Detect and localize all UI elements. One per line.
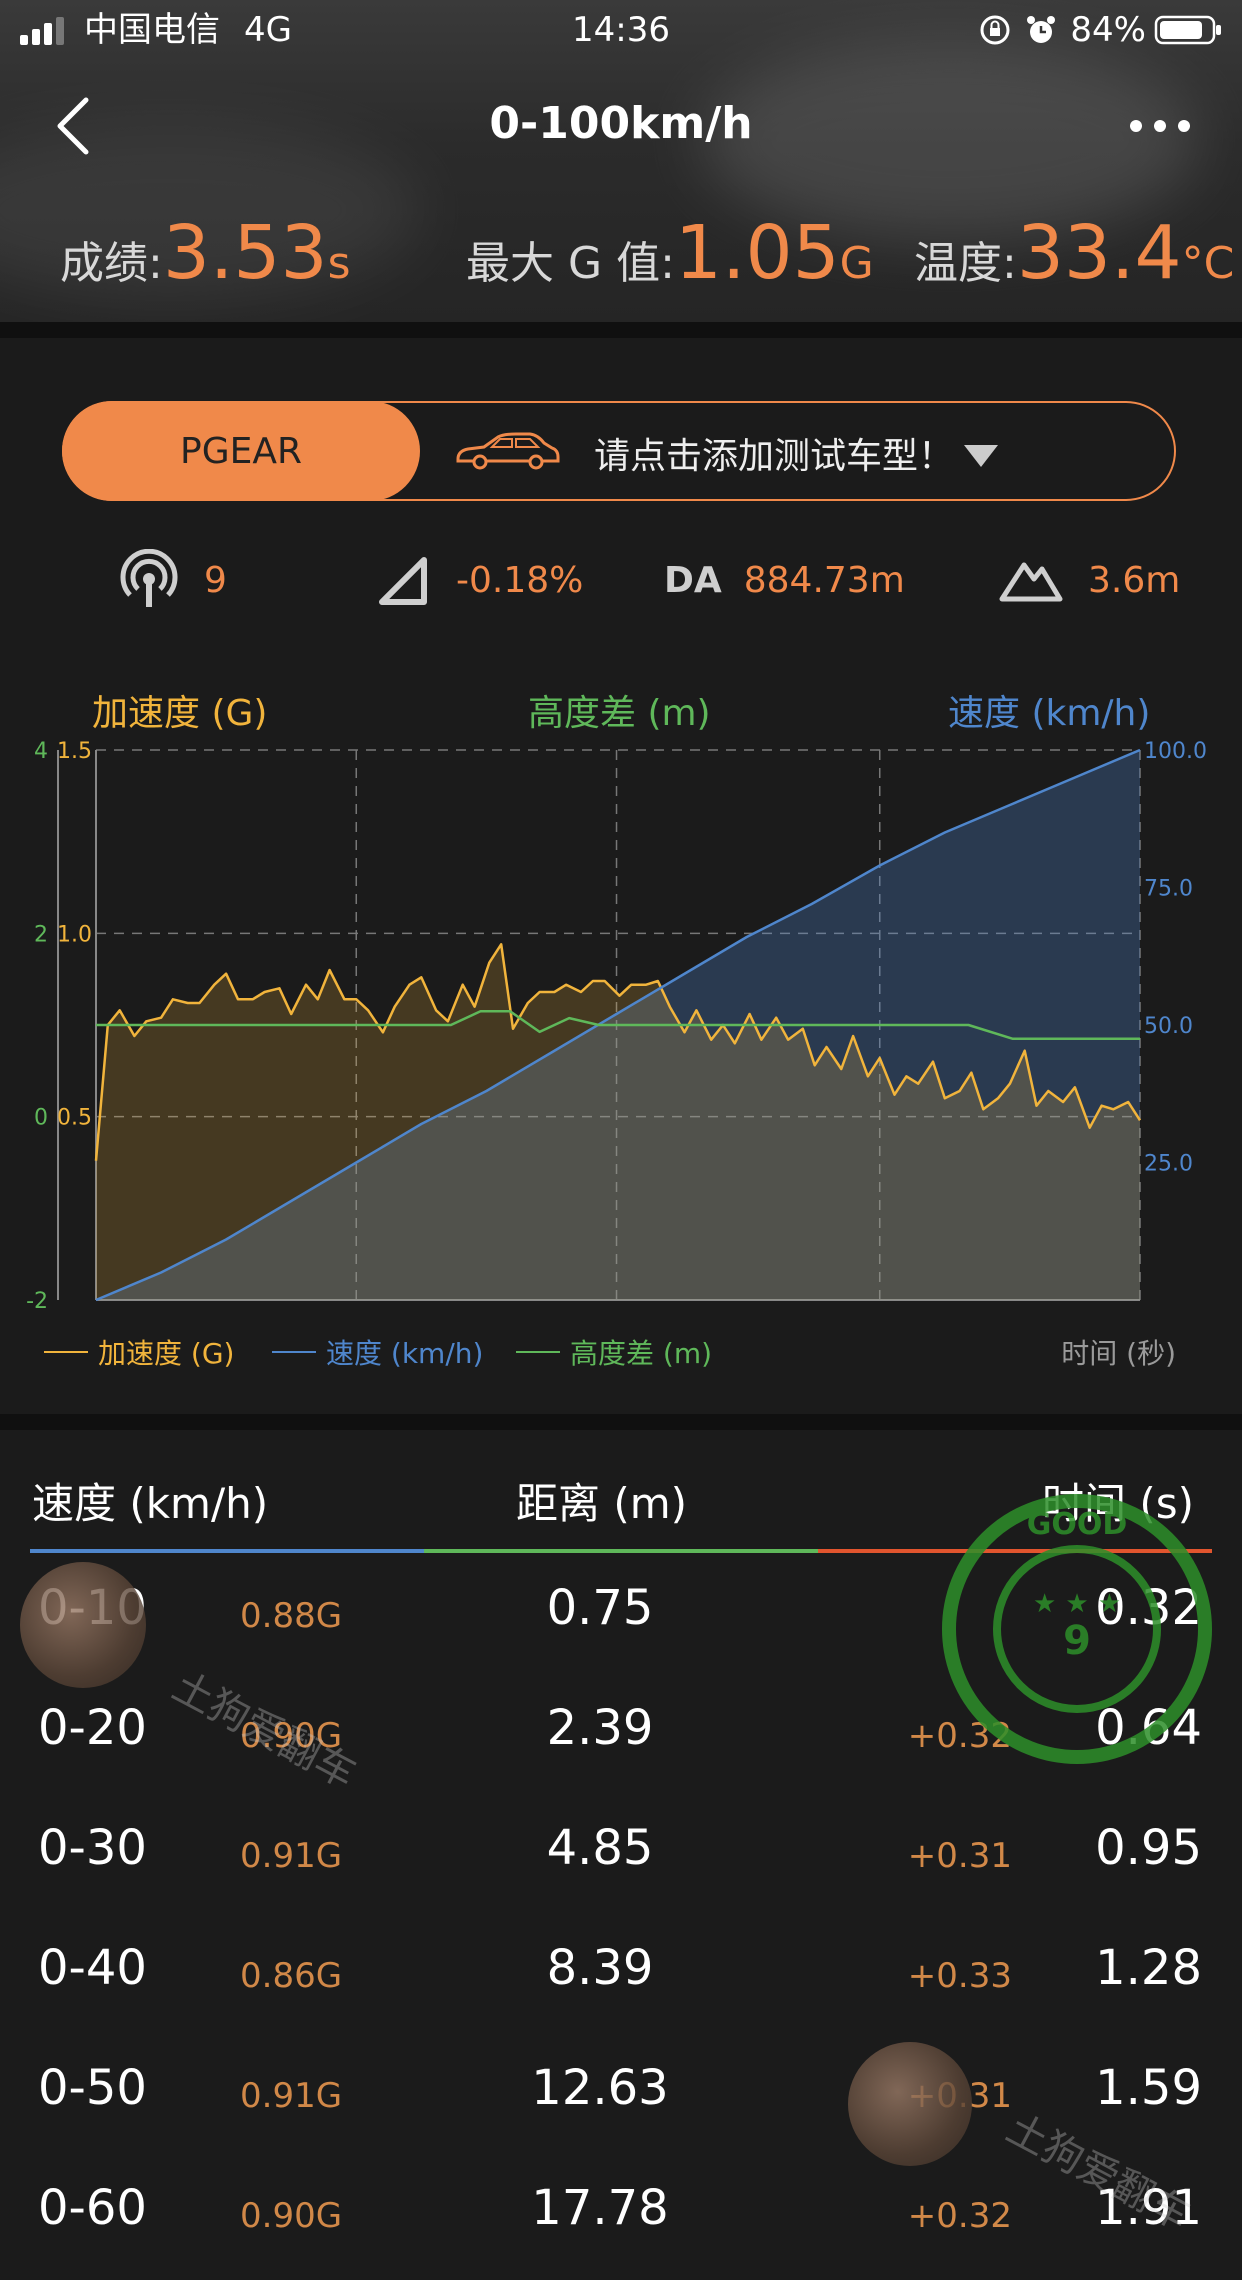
divider: [0, 1414, 1242, 1430]
satellite-signal-icon: [120, 549, 178, 607]
brand-pill[interactable]: PGEAR: [62, 401, 420, 501]
g-tick-label: 1.5: [57, 739, 92, 764]
da-label: DA: [664, 559, 722, 601]
stat-max-g: 最大 G 值:1.05G: [466, 210, 874, 296]
da-value: 884.73m: [743, 559, 905, 601]
acceleration-chart[interactable]: 1.51.00.5420-2100.075.050.025.00.881.762…: [0, 660, 1242, 1310]
density-altitude-metric: DA 884.73m: [664, 550, 905, 610]
col-header-distance: 距离 (m): [516, 1479, 688, 1528]
speed-range: 0-50: [38, 2060, 147, 2116]
page-title: 0-100km/h: [489, 98, 753, 149]
battery-icon: [1154, 15, 1221, 45]
time-delta: +0.31: [907, 1836, 1012, 1876]
speed-tick-label: 100.0: [1144, 739, 1207, 764]
distance-value: 17.78: [531, 2180, 669, 2236]
status-bar-right: 84%: [978, 10, 1224, 50]
satellite-metric: 9: [118, 549, 227, 610]
header: 中国电信 4G 14:36 84% 0-100km/h 成绩:3.53s 最大 …: [0, 0, 1242, 322]
slope-metric: -0.18%: [376, 550, 583, 610]
time-value: 1.59: [1095, 2060, 1202, 2116]
altitude-metric: 3.6m: [998, 550, 1180, 610]
col-bar-speed: [30, 1549, 424, 1553]
speed-range: 0-30: [38, 1820, 147, 1876]
stat-result: 成绩:3.53s: [60, 210, 351, 296]
legend-speed: 速度 (km/h): [272, 1332, 483, 1372]
time-delta: +0.32: [907, 2196, 1012, 2236]
x-axis-label: 时间 (秒): [1061, 1337, 1176, 1370]
watermark-avatar: [20, 1562, 146, 1688]
height-tick-label: 2: [34, 922, 48, 947]
height-tick-label: 0: [34, 1106, 48, 1131]
svg-text:★ ★ ★: ★ ★ ★: [1033, 1589, 1121, 1619]
mountain-icon: [999, 562, 1063, 602]
speed-range: 0-60: [38, 2180, 147, 2236]
speed-tick-label: 25.0: [1144, 1152, 1193, 1177]
col-bar-distance: [424, 1549, 818, 1553]
legend-accel: 加速度 (G): [44, 1332, 234, 1372]
alarm-icon: [1027, 16, 1056, 43]
svg-text:9: 9: [1063, 1618, 1091, 1664]
car-icon: [456, 432, 560, 470]
g-tick-label: 0.5: [57, 1106, 92, 1131]
distance-value: 2.39: [546, 1700, 654, 1756]
speed-tick-label: 50.0: [1144, 1014, 1193, 1039]
good-stamp-icon: ★ ★ ★ 9 GOOD: [942, 1494, 1212, 1764]
time-delta: +0.33: [907, 1956, 1012, 1996]
height-tick-label: -2: [26, 1289, 48, 1310]
distance-value: 8.39: [546, 1940, 654, 1996]
satellite-count: 9: [204, 559, 227, 601]
table-row: 0-30 0.91G 4.85 +0.31 0.95: [0, 1800, 1242, 1920]
col-header-speed: 速度 (km/h): [32, 1479, 269, 1528]
altitude-value: 3.6m: [1088, 559, 1181, 601]
height-tick-label: 4: [34, 739, 48, 764]
speed-range: 0-20: [38, 1700, 147, 1756]
speed-range: 0-40: [38, 1940, 147, 1996]
stat-temperature: 温度:33.4°C: [914, 210, 1235, 296]
slope-value: -0.18%: [456, 559, 584, 601]
watermark-avatar: [848, 2042, 972, 2166]
speed-tick-label: 75.0: [1144, 877, 1193, 902]
rotation-lock-icon: [980, 15, 1010, 45]
g-tick-label: 1.0: [57, 922, 92, 947]
dropdown-caret-icon[interactable]: [964, 445, 998, 467]
peak-g: 0.86G: [240, 1956, 343, 1996]
svg-text:GOOD: GOOD: [1027, 1507, 1128, 1542]
divider: [0, 322, 1242, 338]
peak-g: 0.90G: [240, 2196, 343, 2236]
slope-icon: [379, 557, 427, 605]
table-row: 0-40 0.86G 8.39 +0.33 1.28: [0, 1920, 1242, 2040]
time-value: 1.28: [1095, 1940, 1202, 1996]
distance-value: 0.75: [546, 1580, 654, 1636]
legend-height: 高度差 (m): [516, 1332, 712, 1372]
peak-g: 0.91G: [240, 2076, 343, 2116]
distance-value: 12.63: [531, 2060, 669, 2116]
time-value: 0.95: [1095, 1820, 1202, 1876]
more-options-icon[interactable]: [1130, 116, 1190, 136]
battery-percent: 84%: [1070, 10, 1146, 50]
vehicle-selector[interactable]: PGEAR 请点击添加测试车型！: [62, 401, 1176, 501]
distance-value: 4.85: [546, 1820, 654, 1876]
add-vehicle-hint[interactable]: 请点击添加测试车型！: [594, 427, 954, 479]
peak-g: 0.91G: [240, 1836, 343, 1876]
chart-section: 加速度 (G) 高度差 (m) 速度 (km/h) 1.5 1.0 0.5 4 2 0 -2…: [0, 660, 1242, 1380]
peak-g: 0.88G: [240, 1596, 343, 1636]
